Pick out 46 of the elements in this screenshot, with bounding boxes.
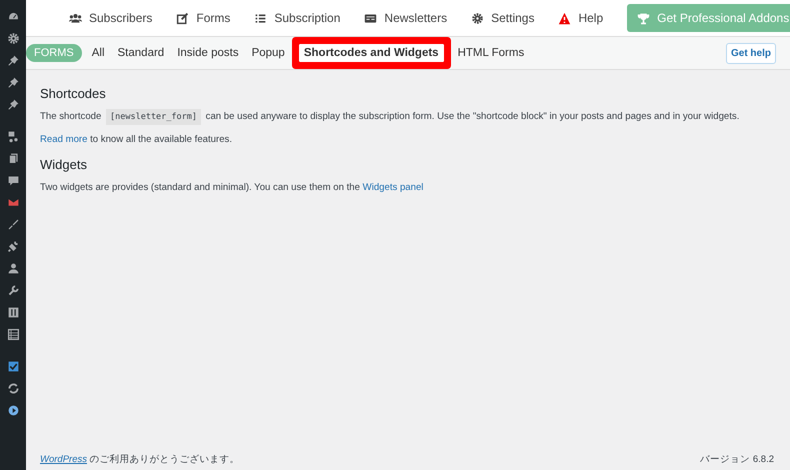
pin-icon[interactable] xyxy=(6,98,20,111)
read-more-sentence: Read more to know all the available features. xyxy=(40,134,233,145)
shortcode-description: The shortcode [newsletter_form] can be used anyware to display the subscription form. Use the "shortcode block" in your posts and pages and in your widgets. xyxy=(40,111,776,122)
wrench-icon[interactable] xyxy=(6,284,20,297)
comment-icon[interactable] xyxy=(6,174,20,187)
section-heading: Shortcodes xyxy=(40,86,107,101)
shortcode-snippet: [newsletter_form] xyxy=(106,109,201,125)
shield-icon[interactable] xyxy=(6,360,20,373)
list-icon[interactable] xyxy=(6,328,20,341)
nav-link[interactable]: Subscription xyxy=(254,11,340,25)
trophy-icon xyxy=(637,12,650,24)
tab[interactable]: Shortcodes and Widgets xyxy=(298,44,444,62)
play-icon[interactable] xyxy=(6,404,20,417)
tab[interactable]: Inside posts xyxy=(172,44,244,62)
pin-icon[interactable] xyxy=(6,54,20,67)
gear-icon xyxy=(471,12,484,24)
nav-link[interactable]: Subscribers xyxy=(69,11,152,25)
forms-badge: FORMS xyxy=(26,44,82,62)
warning-icon xyxy=(558,12,572,24)
widgets-panel-link[interactable]: Widgets panel xyxy=(362,182,424,193)
media-icon[interactable] xyxy=(6,130,20,143)
edit-icon xyxy=(176,12,190,24)
pin-icon[interactable] xyxy=(6,76,20,89)
read-more-link[interactable]: Read more xyxy=(40,134,88,145)
pages-icon[interactable] xyxy=(6,152,20,165)
footer-thanks-text: WordPress のご利用ありがとうございます。 xyxy=(40,453,240,466)
users-icon xyxy=(69,12,82,24)
list-icon xyxy=(254,12,268,24)
widgets-description: Two widgets are provides (standard and minimal). You can use them on the Widgets panel xyxy=(40,182,424,193)
version-text: バージョン 6.8.2 xyxy=(700,453,774,466)
tab[interactable]: All xyxy=(86,44,110,62)
sync-icon[interactable] xyxy=(6,382,20,395)
get-help-button[interactable]: Get help xyxy=(726,42,776,64)
section-heading: Widgets xyxy=(40,157,88,172)
newspaper-icon xyxy=(364,12,378,24)
nav-link[interactable]: Forms xyxy=(176,11,230,25)
nav-link[interactable]: Settings xyxy=(471,11,534,25)
gear-icon[interactable] xyxy=(6,32,20,45)
nav-link[interactable]: Newsletters xyxy=(364,11,448,25)
wordpress-link[interactable]: WordPress xyxy=(40,454,87,465)
user-icon[interactable] xyxy=(6,262,20,275)
tab[interactable]: Standard xyxy=(112,44,170,62)
tab[interactable]: HTML Forms xyxy=(452,44,530,62)
nav-link[interactable]: Help xyxy=(558,11,604,25)
tab[interactable]: Popup xyxy=(246,44,290,62)
plug-icon[interactable] xyxy=(6,240,20,253)
